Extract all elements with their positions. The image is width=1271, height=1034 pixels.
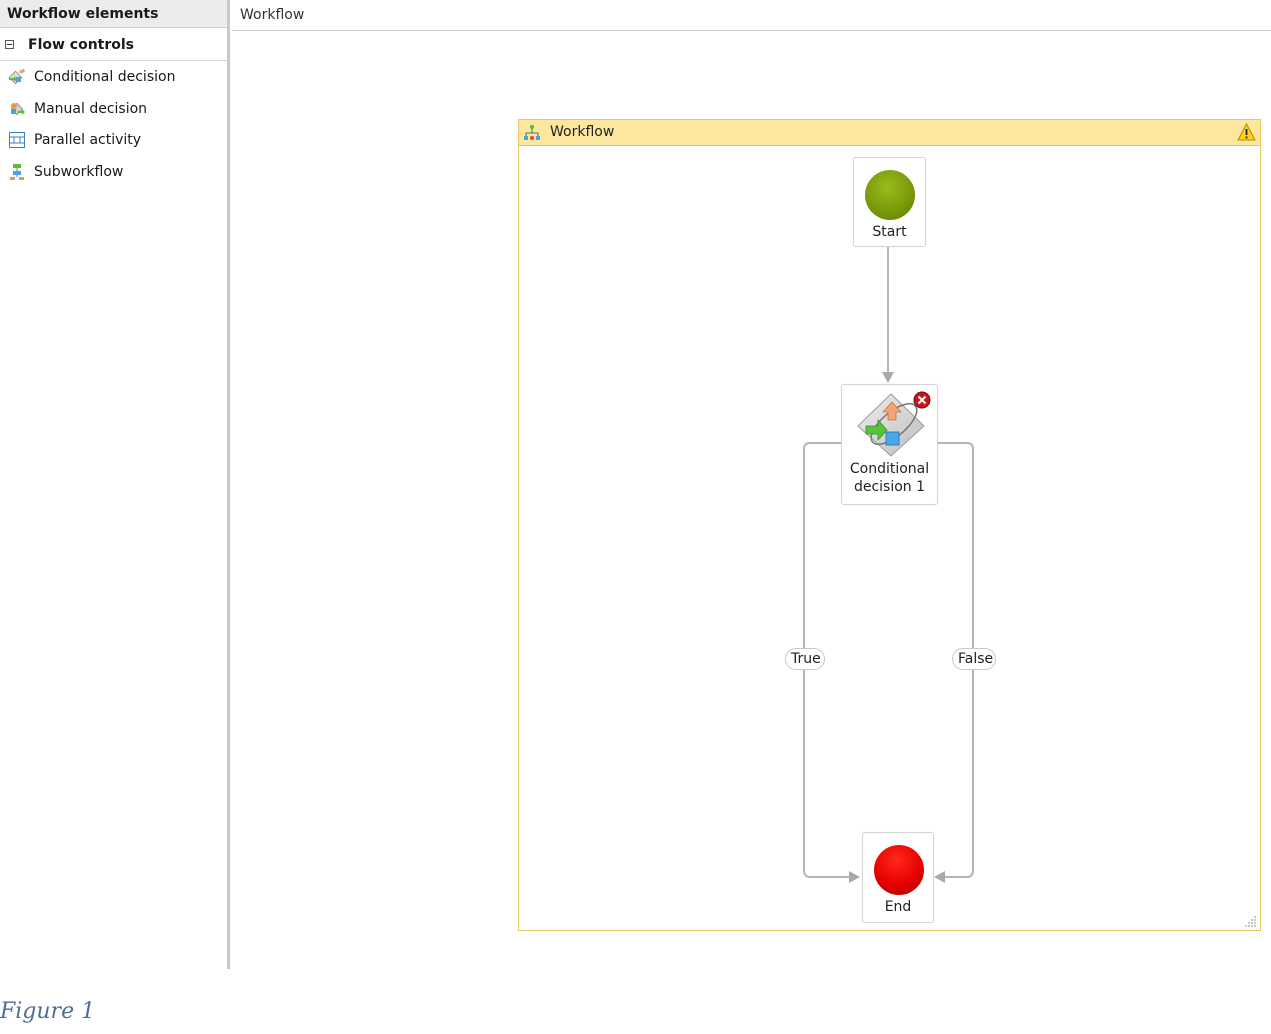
tool-conditional-decision[interactable]: Conditional decision (0, 62, 227, 92)
tool-subworkflow[interactable]: Subworkflow (0, 157, 227, 187)
end-circle-icon (874, 845, 924, 895)
container-header[interactable]: Workflow (519, 120, 1260, 146)
end-label: End (884, 899, 912, 915)
false-branch-label[interactable]: False (952, 648, 996, 670)
tool-manual-decision[interactable]: Manual decision (0, 94, 227, 124)
start-circle-icon (865, 170, 915, 220)
manual-decision-icon (10, 102, 25, 116)
tool-label: Parallel activity (34, 132, 142, 148)
end-node[interactable]: End (862, 832, 934, 923)
collapse-icon[interactable] (5, 40, 14, 49)
subworkflow-icon (10, 164, 24, 180)
tool-label: Subworkflow (34, 164, 124, 180)
true-branch-label[interactable]: True (785, 648, 825, 670)
flow-controls-group[interactable]: Flow controls (0, 31, 227, 61)
container-title: Workflow (550, 124, 615, 140)
warning-icon[interactable] (1237, 123, 1256, 141)
tool-label: Conditional decision (34, 69, 176, 85)
decision-label-line1: Conditional (849, 461, 930, 477)
figure-caption: Figure 1 (0, 999, 96, 1024)
error-icon[interactable] (913, 391, 931, 409)
designer-tab[interactable]: Workflow (232, 0, 1271, 31)
toolbox-header: Workflow elements (0, 0, 227, 28)
decision-label-line2: decision 1 (853, 479, 926, 495)
group-label: Flow controls (28, 37, 135, 53)
decision-label: Conditional decision 1 (842, 460, 937, 496)
workflow-icon (524, 124, 540, 140)
toolbox-panel: Workflow elements Flow controls Conditio… (0, 0, 230, 969)
parallel-activity-icon (9, 132, 25, 148)
conditional-decision-icon (8, 68, 26, 85)
tool-label: Manual decision (34, 101, 148, 117)
start-node[interactable]: Start (853, 157, 926, 247)
conditional-decision-node[interactable]: Conditional decision 1 (841, 384, 938, 505)
resize-grip-icon[interactable] (1243, 913, 1257, 927)
start-label: Start (872, 224, 907, 240)
tool-parallel-activity[interactable]: Parallel activity (0, 125, 227, 155)
